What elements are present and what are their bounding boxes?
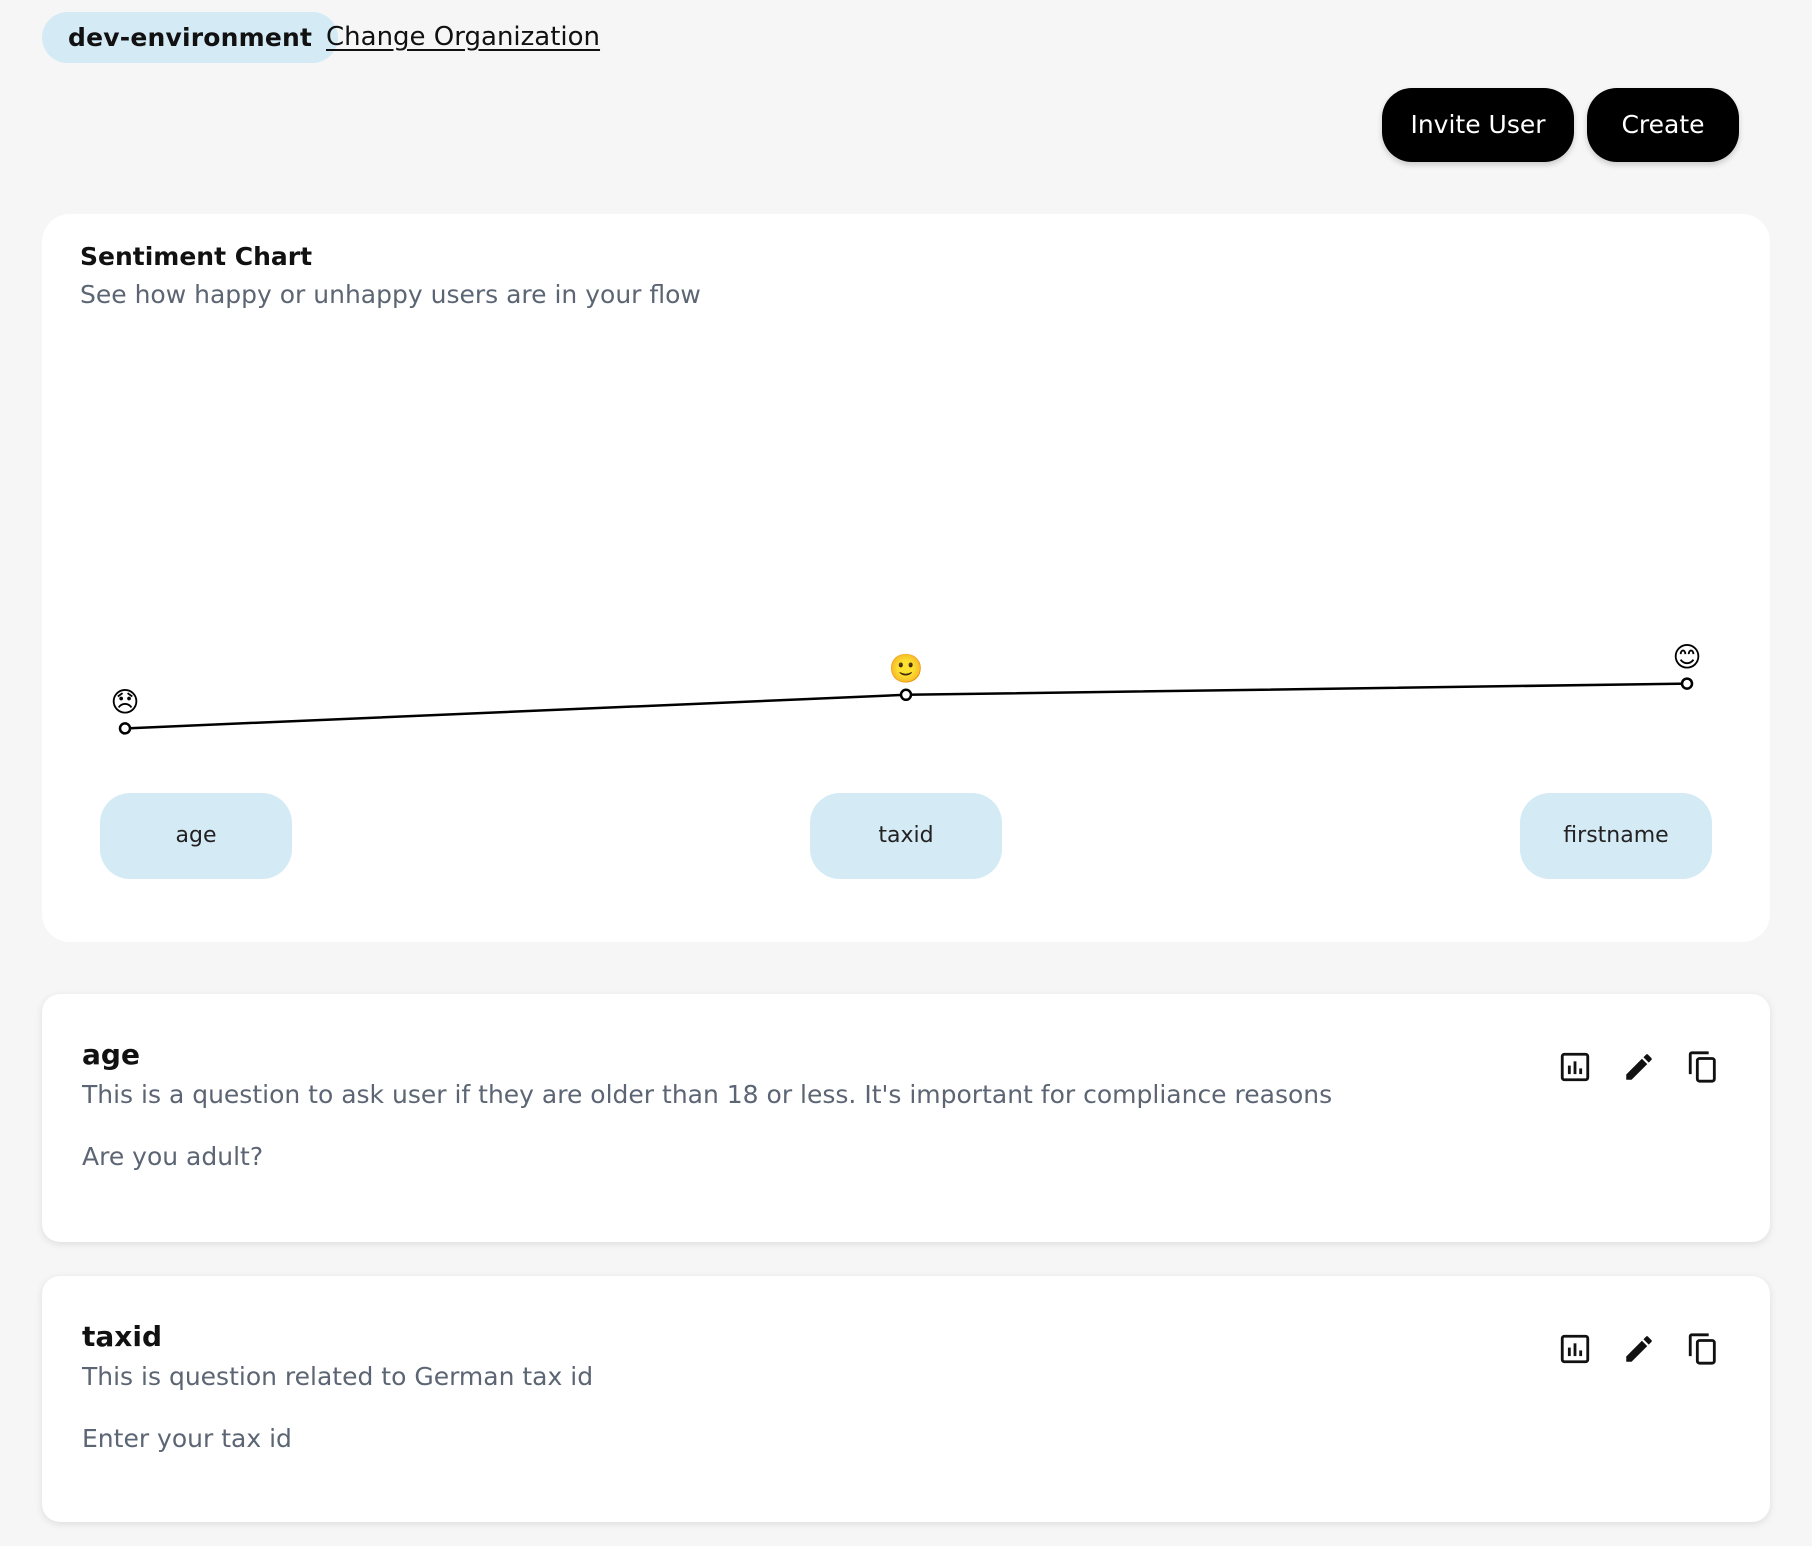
pencil-icon[interactable] [1622, 1050, 1656, 1084]
sentiment-emoji-taxid: 🙂 [889, 652, 924, 685]
question-title: taxid [82, 1320, 162, 1353]
app-root: dev-environment Change Organization Invi… [0, 0, 1812, 1546]
question-description: This is a question to ask user if they a… [82, 1080, 1333, 1109]
category-pill-taxid[interactable]: taxid [810, 793, 1002, 879]
question-card-age: age This is a question to ask user if th… [42, 994, 1770, 1242]
change-organization-link[interactable]: Change Organization [326, 18, 600, 56]
sentiment-chart-card: Sentiment Chart See how happy or unhappy… [42, 214, 1770, 942]
question-prompt: Enter your tax id [82, 1424, 292, 1453]
category-pill-age[interactable]: age [100, 793, 292, 879]
create-button[interactable]: Create [1587, 88, 1739, 162]
organization-badge[interactable]: dev-environment [42, 12, 339, 63]
question-card-taxid: taxid This is question related to German… [42, 1276, 1770, 1522]
question-description: This is question related to German tax i… [82, 1362, 594, 1391]
copy-icon[interactable] [1686, 1050, 1720, 1084]
sentiment-emoji-age: 😞 [110, 685, 139, 718]
question-actions [1558, 1050, 1720, 1084]
sentiment-point-firstname[interactable] [1680, 677, 1694, 690]
sentiment-point-taxid[interactable] [899, 688, 913, 702]
question-title: age [82, 1038, 140, 1071]
category-pill-firstname[interactable]: firstname [1520, 793, 1712, 879]
invite-user-button[interactable]: Invite User [1382, 88, 1574, 162]
question-actions [1558, 1332, 1720, 1366]
sentiment-point-age[interactable] [118, 722, 132, 735]
copy-icon[interactable] [1686, 1332, 1720, 1366]
sentiment-emoji-firstname: 😊 [1672, 641, 1701, 674]
pencil-icon[interactable] [1622, 1332, 1656, 1366]
bar-chart-icon[interactable] [1558, 1332, 1592, 1366]
bar-chart-icon[interactable] [1558, 1050, 1592, 1084]
question-prompt: Are you adult? [82, 1142, 264, 1171]
